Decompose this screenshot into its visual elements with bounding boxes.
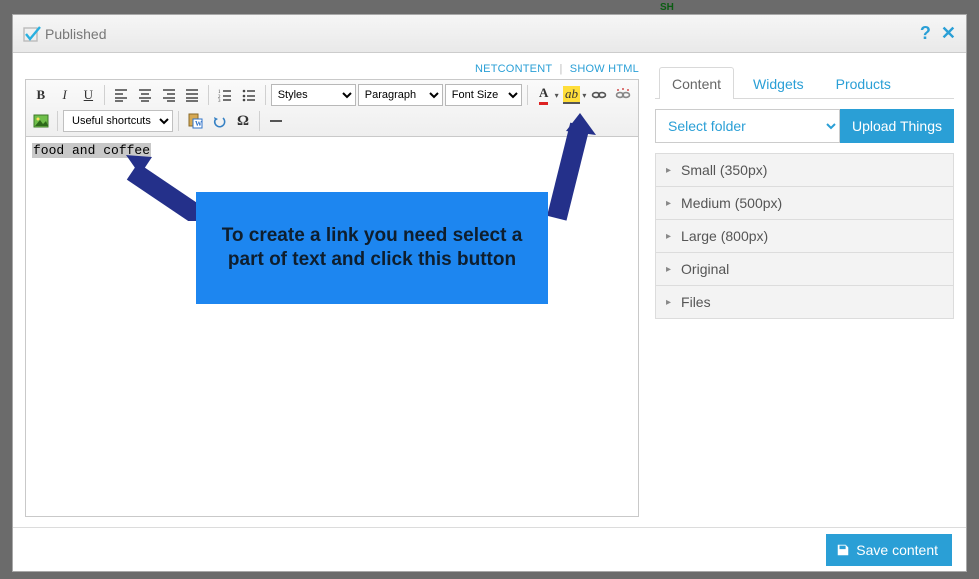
align-center-button[interactable]	[134, 84, 156, 106]
image-button[interactable]	[30, 110, 52, 132]
editor-top-links: NETCONTENT | SHOW HTML	[25, 63, 639, 75]
bg-color-button[interactable]: ab	[561, 84, 583, 106]
close-icon[interactable]: ✕	[941, 23, 956, 44]
background-marker: SH	[660, 2, 674, 13]
tab-products[interactable]: Products	[823, 67, 904, 99]
align-right-button[interactable]	[158, 84, 180, 106]
tab-content[interactable]: Content	[659, 67, 734, 99]
sidebar-tabs: Content Widgets Products	[655, 63, 954, 99]
accordion-large[interactable]: ▸Large (800px)	[655, 219, 954, 253]
accordion-original[interactable]: ▸Original	[655, 252, 954, 286]
align-left-button[interactable]	[110, 84, 132, 106]
underline-button[interactable]: U	[78, 84, 100, 106]
save-content-button[interactable]: Save content	[826, 534, 952, 566]
fontsize-select[interactable]: Font Size	[445, 84, 522, 106]
accordion-medium[interactable]: ▸Medium (500px)	[655, 186, 954, 220]
help-icon[interactable]: ?	[920, 23, 931, 44]
dialog-header: Published ? ✕	[13, 15, 966, 53]
caret-right-icon: ▸	[666, 264, 671, 275]
italic-button[interactable]: I	[54, 84, 76, 106]
horizontal-rule-button[interactable]	[265, 110, 287, 132]
accordion-files[interactable]: ▸Files	[655, 285, 954, 319]
caret-right-icon: ▸	[666, 165, 671, 176]
published-check-icon	[23, 25, 41, 43]
unlink-button[interactable]	[612, 84, 634, 106]
align-justify-button[interactable]	[181, 84, 203, 106]
text-color-dropdown[interactable]: ▾	[555, 91, 559, 100]
numbered-list-button[interactable]: 123	[214, 84, 236, 106]
folder-select[interactable]: Select folder	[655, 109, 840, 143]
undo-button[interactable]	[208, 110, 230, 132]
save-icon	[836, 543, 850, 557]
styles-select[interactable]: Styles	[271, 84, 356, 106]
format-select[interactable]: Paragraph	[358, 84, 443, 106]
dialog-footer: Save content	[13, 527, 966, 571]
published-label: Published	[45, 26, 107, 42]
link-button[interactable]	[588, 84, 610, 106]
caret-right-icon: ▸	[666, 231, 671, 242]
bold-button[interactable]: B	[30, 84, 52, 106]
annotation-callout: To create a link you need select a part …	[196, 192, 548, 304]
netcontent-link[interactable]: NETCONTENT	[475, 63, 552, 75]
sidebar-column: Content Widgets Products Select folder U…	[655, 63, 954, 517]
bullet-list-button[interactable]	[238, 84, 260, 106]
shortcuts-select[interactable]: Useful shortcuts	[63, 110, 173, 132]
tab-widgets[interactable]: Widgets	[740, 67, 817, 99]
svg-text:W: W	[195, 120, 202, 128]
caret-right-icon: ▸	[666, 198, 671, 209]
upload-button[interactable]: Upload Things	[840, 109, 954, 143]
text-color-button[interactable]: A	[533, 84, 555, 106]
accordion-small[interactable]: ▸Small (350px)	[655, 153, 954, 187]
svg-text:3: 3	[218, 99, 221, 102]
show-html-link[interactable]: SHOW HTML	[570, 63, 639, 75]
link-separator: |	[555, 63, 566, 75]
caret-right-icon: ▸	[666, 297, 671, 308]
special-char-button[interactable]: Ω	[232, 110, 254, 132]
paste-from-word-button[interactable]: W	[184, 110, 206, 132]
bg-color-dropdown[interactable]: ▾	[582, 91, 586, 100]
sidebar-body: Select folder Upload Things ▸Small (350p…	[655, 99, 954, 318]
